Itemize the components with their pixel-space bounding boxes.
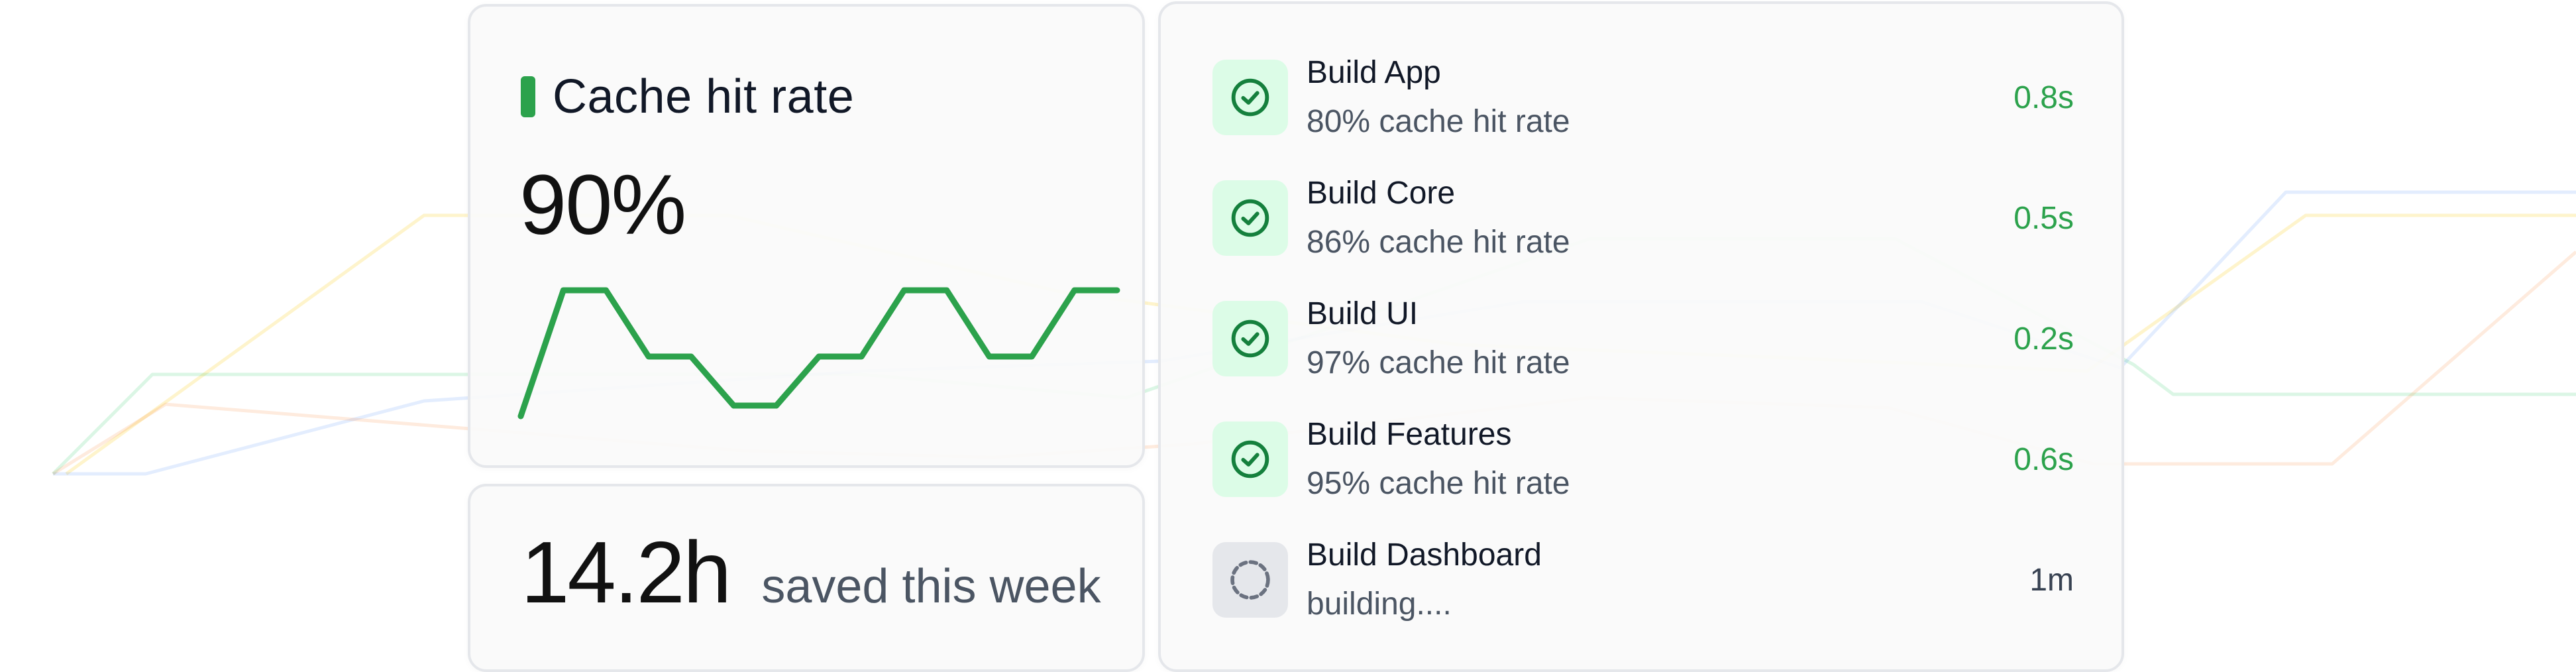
build-row-core[interactable]: Build Core 86% cache hit rate 0.5s bbox=[1212, 176, 2074, 280]
build-detail: 97% cache hit rate bbox=[1307, 345, 1570, 380]
build-detail: 80% cache hit rate bbox=[1307, 104, 1570, 139]
time-saved-summary: 14.2h saved this week bbox=[521, 529, 1101, 616]
build-name: Build Features bbox=[1307, 417, 1512, 452]
build-row-features[interactable]: Build Features 95% cache hit rate 0.6s bbox=[1212, 417, 2074, 521]
build-name: Build Dashboard bbox=[1307, 537, 1542, 573]
status-icon-box bbox=[1212, 60, 1288, 135]
stage: Cache hit rate 90% 14.2h saved this week… bbox=[0, 0, 2576, 672]
sparkline-path bbox=[517, 287, 1120, 420]
build-row-dashboard[interactable]: Build Dashboard building.... 1m bbox=[1212, 537, 2074, 642]
build-name: Build Core bbox=[1307, 176, 1456, 211]
check-circle-icon bbox=[1231, 440, 1269, 478]
build-duration: 1m bbox=[2029, 563, 2074, 598]
status-icon-box bbox=[1212, 542, 1288, 618]
build-row-ui[interactable]: Build UI 97% cache hit rate 0.2s bbox=[1212, 296, 2074, 400]
status-icon-box bbox=[1212, 421, 1288, 497]
build-row-app[interactable]: Build App 80% cache hit rate 0.8s bbox=[1212, 55, 2074, 159]
cache-hit-rate-sparkline bbox=[517, 287, 1120, 420]
build-detail: 95% cache hit rate bbox=[1307, 466, 1570, 501]
status-icon-box bbox=[1212, 180, 1288, 256]
check-circle-icon bbox=[1231, 199, 1269, 237]
time-saved-card: 14.2h saved this week bbox=[468, 484, 1145, 672]
build-detail: building.... bbox=[1307, 587, 1452, 622]
build-duration: 0.2s bbox=[2013, 321, 2074, 357]
build-duration: 0.8s bbox=[2013, 80, 2074, 115]
builds-list-card: Build App 80% cache hit rate 0.8s Build … bbox=[1158, 1, 2124, 672]
cache-hit-rate-title: Cache hit rate bbox=[553, 70, 855, 123]
build-name: Build UI bbox=[1307, 296, 1419, 331]
cache-hit-rate-header: Cache hit rate bbox=[521, 70, 854, 124]
cache-hit-rate-card: Cache hit rate 90% bbox=[468, 4, 1145, 468]
cache-hit-rate-value: 90% bbox=[519, 158, 686, 252]
build-duration: 0.5s bbox=[2013, 201, 2074, 236]
check-circle-icon bbox=[1231, 319, 1269, 358]
check-circle-icon bbox=[1231, 78, 1269, 117]
legend-swatch bbox=[521, 76, 535, 117]
dashed-circle-icon bbox=[1230, 560, 1270, 600]
build-detail: 86% cache hit rate bbox=[1307, 225, 1570, 260]
build-name: Build App bbox=[1307, 55, 1441, 90]
time-saved-label: saved this week bbox=[761, 560, 1101, 613]
time-saved-value: 14.2h bbox=[521, 524, 731, 621]
build-duration: 0.6s bbox=[2013, 442, 2074, 477]
status-icon-box bbox=[1212, 301, 1288, 376]
